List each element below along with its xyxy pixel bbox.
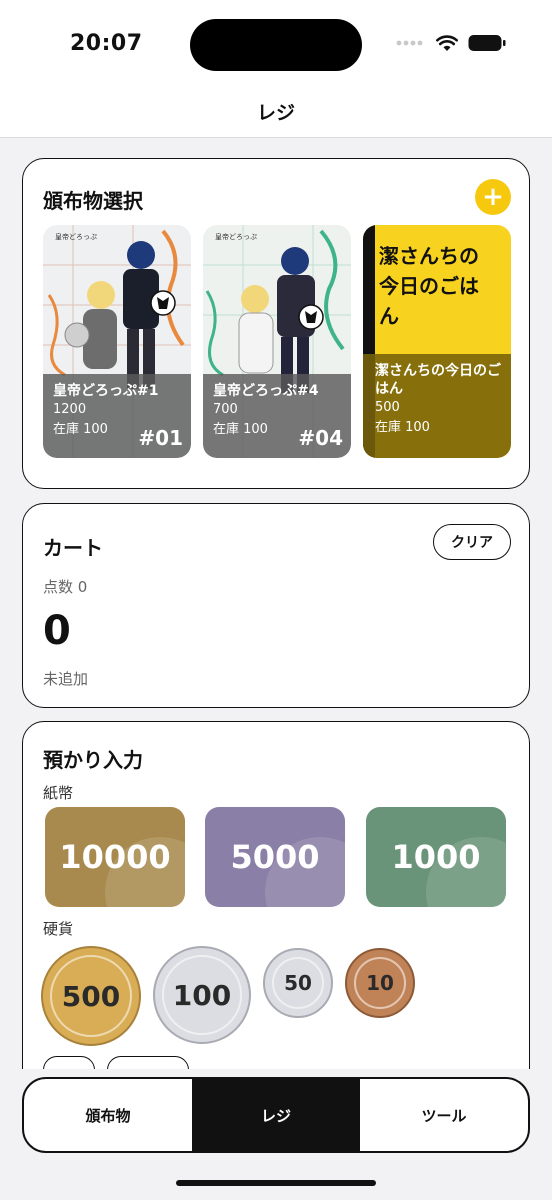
- bill-value: 10000: [59, 838, 171, 876]
- cart-total: 0: [43, 608, 71, 654]
- coin-50-button[interactable]: 50: [263, 948, 333, 1018]
- nav-bar: レジ: [0, 86, 552, 138]
- item-info: 潔さんちの今日のごはん 500 在庫 100: [363, 354, 511, 458]
- item-price: 700: [213, 402, 238, 417]
- cart-count: 点数 0: [43, 578, 88, 596]
- bill-1000-button[interactable]: 1000: [366, 807, 506, 907]
- deposit-card: 預かり入力 紙幣 10000 5000 1000 硬貨 500 100 50 1…: [22, 721, 530, 1069]
- status-icons: [396, 34, 506, 52]
- dynamic-island: [190, 19, 362, 71]
- tab-items[interactable]: 頒布物: [24, 1079, 192, 1151]
- item-issue-number: #04: [298, 426, 343, 450]
- page-title: レジ: [256, 102, 295, 124]
- scroll-content[interactable]: 頒布物選択 + 皇帝どろっぷ 皇帝どろっぷ#1 1200 在庫 100 #01 …: [0, 139, 552, 1069]
- item-name: 皇帝どろっぷ#1: [53, 383, 159, 399]
- item-name: 潔さんちの今日のごはん: [375, 363, 501, 397]
- cart-empty-text: 未追加: [43, 670, 89, 688]
- item-price: 1200: [53, 402, 87, 417]
- coin-10-button[interactable]: 10: [345, 948, 415, 1018]
- svg-text:皇帝どろっぷ: 皇帝どろっぷ: [55, 232, 97, 241]
- item-card[interactable]: 潔さんちの今日のごはん 潔さんちの今日のごはん 500 在庫 100: [363, 225, 511, 458]
- battery-icon: [468, 35, 506, 51]
- svg-text:皇帝どろっぷ: 皇帝どろっぷ: [215, 232, 257, 241]
- bill-value: 5000: [230, 838, 320, 876]
- partial-button[interactable]: [43, 1056, 95, 1069]
- signal-icon: [396, 40, 423, 46]
- bills-label: 紙幣: [43, 784, 74, 802]
- tab-tools[interactable]: ツール: [360, 1079, 528, 1151]
- cart-title: カート: [43, 536, 103, 560]
- home-indicator: [176, 1180, 376, 1186]
- item-stock: 在庫 100: [375, 420, 430, 435]
- coin-value: 500: [61, 979, 121, 1013]
- item-name: 皇帝どろっぷ#4: [213, 383, 319, 399]
- item-card[interactable]: 皇帝どろっぷ 皇帝どろっぷ#4 700 在庫 100 #04: [203, 225, 351, 458]
- bill-10000-button[interactable]: 10000: [45, 807, 185, 907]
- plus-icon: +: [482, 182, 504, 212]
- item-issue-number: #01: [138, 426, 183, 450]
- bill-5000-button[interactable]: 5000: [205, 807, 345, 907]
- tab-register[interactable]: レジ: [192, 1079, 360, 1151]
- status-bar: 20:07: [0, 0, 552, 86]
- wifi-icon: [436, 34, 458, 51]
- status-time: 20:07: [70, 31, 143, 56]
- item-cover-text: 潔さんちの今日のごはん: [379, 244, 479, 328]
- deposit-title: 預かり入力: [43, 748, 143, 772]
- add-item-button[interactable]: +: [475, 179, 511, 215]
- bill-value: 1000: [391, 838, 481, 876]
- coins-label: 硬貨: [43, 920, 74, 938]
- clear-cart-button[interactable]: クリア: [433, 524, 511, 560]
- coin-value: 50: [284, 971, 312, 995]
- item-price: 500: [375, 400, 400, 415]
- coin-value: 100: [172, 978, 232, 1012]
- item-card[interactable]: 皇帝どろっぷ 皇帝どろっぷ#1 1200 在庫 100 #01: [43, 225, 191, 458]
- coin-value: 10: [366, 971, 394, 995]
- items-card: 頒布物選択 + 皇帝どろっぷ 皇帝どろっぷ#1 1200 在庫 100 #01 …: [22, 158, 530, 489]
- tab-bar: 頒布物 レジ ツール: [22, 1077, 530, 1153]
- coin-100-button[interactable]: 100: [153, 946, 251, 1044]
- items-title: 頒布物選択: [43, 189, 143, 213]
- coin-500-button[interactable]: 500: [41, 946, 141, 1046]
- partial-button[interactable]: [107, 1056, 189, 1069]
- cart-card: カート クリア 点数 0 0 未追加: [22, 503, 530, 708]
